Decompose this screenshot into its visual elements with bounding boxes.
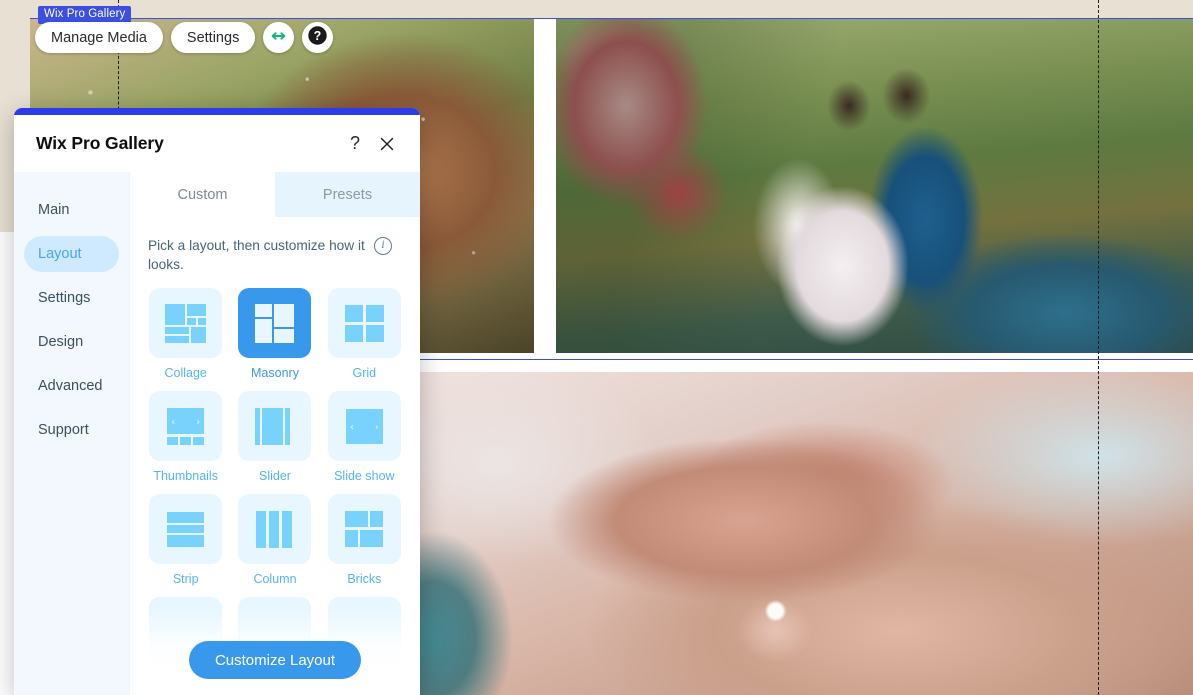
svg-text:?: ? xyxy=(314,29,322,43)
sidebar-item-layout[interactable]: Layout xyxy=(24,236,119,272)
masonry-icon xyxy=(238,288,312,358)
thumbnails-icon: ‹ › xyxy=(149,391,223,461)
layout-label-slider: Slider xyxy=(259,469,291,483)
layout-label-bricks: Bricks xyxy=(347,572,382,586)
sidebar-item-design[interactable]: Design xyxy=(24,324,119,360)
layout-option-grid[interactable]: Grid xyxy=(325,288,404,380)
slide-show-icon: ‹ › xyxy=(327,391,401,461)
sidebar-item-main[interactable]: Main xyxy=(24,192,119,228)
help-circle-icon: ? xyxy=(307,25,328,51)
modal-sidebar: Main Layout Settings Design Advanced Sup… xyxy=(14,172,130,695)
hint-text: Pick a layout, then customize how it loo… xyxy=(148,238,365,272)
component-toolbar: Manage Media Settings ? xyxy=(35,22,334,53)
layout-label-masonry: Masonry xyxy=(251,366,299,380)
slider-icon xyxy=(238,391,312,461)
alignment-guide-right xyxy=(1098,0,1099,695)
cta-container: Customize Layout xyxy=(130,641,420,679)
bricks-icon xyxy=(327,494,401,564)
layout-option-strip[interactable]: Strip xyxy=(146,494,225,586)
layout-option-slide-show[interactable]: ‹ › Slide show xyxy=(325,391,404,483)
tab-custom[interactable]: Custom xyxy=(130,172,275,217)
manage-media-button[interactable]: Manage Media xyxy=(35,22,163,53)
sidebar-item-advanced[interactable]: Advanced xyxy=(24,368,119,404)
layout-option-thumbnails[interactable]: ‹ › Thumbnails xyxy=(146,391,225,483)
layout-label-thumbnails: Thumbnails xyxy=(153,469,218,483)
layout-label-strip: Strip xyxy=(172,572,199,586)
layout-option-collage[interactable]: Collage xyxy=(146,288,225,380)
layout-option-bricks[interactable]: Bricks xyxy=(325,494,404,586)
info-circle-icon[interactable]: i xyxy=(374,237,392,255)
sidebar-item-support[interactable]: Support xyxy=(24,412,119,448)
hint-row: Pick a layout, then customize how it loo… xyxy=(148,236,402,274)
panel-tabs: Custom Presets xyxy=(130,172,420,217)
gallery-image-3[interactable] xyxy=(420,372,1193,695)
layout-label-slide-show: Slide show xyxy=(334,469,395,483)
stretch-button[interactable] xyxy=(263,22,295,53)
panel-content: Pick a layout, then customize how it loo… xyxy=(130,217,420,695)
modal-help-icon[interactable]: ? xyxy=(342,131,368,157)
layout-label-collage: Collage xyxy=(164,366,207,380)
modal-title: Wix Pro Gallery xyxy=(36,133,164,153)
help-button[interactable]: ? xyxy=(302,22,334,53)
layout-label-grid: Grid xyxy=(352,366,377,380)
customize-layout-button[interactable]: Customize Layout xyxy=(188,641,362,679)
layout-label-column: Column xyxy=(253,572,297,586)
settings-button[interactable]: Settings xyxy=(170,22,256,53)
modal-body: Main Layout Settings Design Advanced Sup… xyxy=(14,172,420,695)
modal-header: Wix Pro Gallery ? xyxy=(14,115,420,172)
collage-icon xyxy=(149,288,223,358)
page-background-strip xyxy=(0,0,1193,18)
layout-option-slider[interactable]: Slider xyxy=(235,391,314,483)
layout-option-column[interactable]: Column xyxy=(235,494,314,586)
layout-option-masonry[interactable]: Masonry xyxy=(235,288,314,380)
horizontal-resize-icon xyxy=(270,29,287,47)
modal-close-icon[interactable] xyxy=(374,131,400,157)
strip-icon xyxy=(149,494,223,564)
sidebar-item-settings[interactable]: Settings xyxy=(24,280,119,316)
column-icon xyxy=(238,494,312,564)
grid-icon xyxy=(327,288,401,358)
tab-presets[interactable]: Presets xyxy=(275,172,420,217)
modal-panel: Custom Presets Pick a layout, then custo… xyxy=(130,172,420,695)
modal-accent-bar xyxy=(14,108,420,115)
wix-pro-gallery-settings-modal: Wix Pro Gallery ? Main Layout Settings D… xyxy=(14,108,420,695)
layout-options-grid: Collage Masonry Grid ‹ › Thumbnails Slid… xyxy=(146,288,404,667)
